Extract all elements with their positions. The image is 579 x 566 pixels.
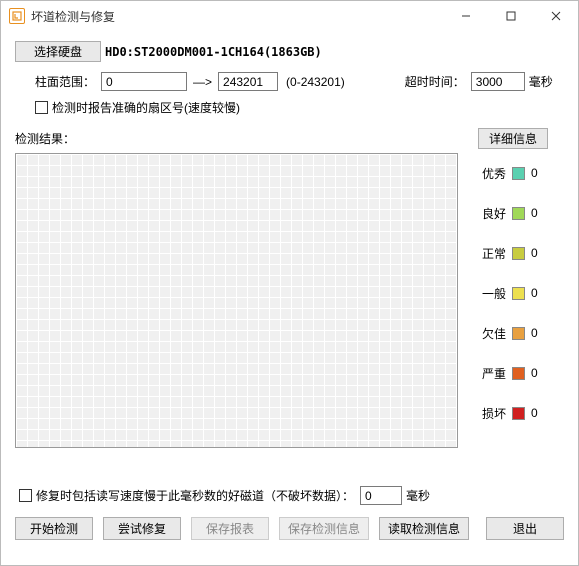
try-repair-button[interactable]: 尝试修复	[103, 517, 181, 540]
legend-count: 0	[531, 366, 538, 380]
minimize-button[interactable]	[443, 1, 488, 31]
window-title: 坏道检测与修复	[31, 8, 443, 25]
legend-color-excellent	[512, 167, 525, 180]
arrow-icon: —>	[193, 75, 212, 89]
legend-label: 损坏	[482, 405, 512, 422]
close-button[interactable]	[533, 1, 578, 31]
legend-color-good	[512, 207, 525, 220]
legend-count: 0	[531, 286, 538, 300]
legend: 优秀 0 良好 0 正常 0 一般 0 欠佳 0 严重 0 损坏 0	[458, 153, 564, 448]
legend-count: 0	[531, 166, 538, 180]
save-scan-info-button[interactable]: 保存检测信息	[279, 517, 369, 540]
accurate-sector-checkbox[interactable]	[35, 101, 48, 114]
app-icon	[9, 8, 25, 24]
legend-color-bad	[512, 407, 525, 420]
result-label: 检测结果：	[15, 130, 478, 147]
repair-slow-label: 修复时包括读写速度慢于此毫秒数的好磁道（不破坏数据）：	[36, 487, 354, 504]
legend-color-poor	[512, 327, 525, 340]
legend-count: 0	[531, 326, 538, 340]
legend-label: 一般	[482, 285, 512, 302]
legend-count: 0	[531, 206, 538, 220]
cylinder-start-input[interactable]	[101, 72, 187, 91]
legend-label: 优秀	[482, 165, 512, 182]
legend-count: 0	[531, 246, 538, 260]
exit-button[interactable]: 退出	[486, 517, 564, 540]
accurate-sector-label: 检测时报告准确的扇区号(速度较慢)	[52, 99, 240, 116]
repair-slow-checkbox[interactable]	[19, 489, 32, 502]
legend-label: 欠佳	[482, 325, 512, 342]
cylinder-range-label: 柱面范围：	[35, 73, 95, 90]
legend-label: 严重	[482, 365, 512, 382]
legend-color-average	[512, 287, 525, 300]
legend-label: 良好	[482, 205, 512, 222]
legend-count: 0	[531, 406, 538, 420]
repair-unit: 毫秒	[406, 487, 430, 504]
legend-color-severe	[512, 367, 525, 380]
timeout-label: 超时时间：	[405, 73, 465, 90]
maximize-button[interactable]	[488, 1, 533, 31]
repair-ms-input[interactable]	[360, 486, 402, 505]
save-report-button[interactable]: 保存报表	[191, 517, 269, 540]
start-scan-button[interactable]: 开始检测	[15, 517, 93, 540]
select-disk-button[interactable]: 选择硬盘	[15, 41, 101, 62]
disk-name: HD0:ST2000DM001-1CH164(1863GB)	[105, 45, 322, 59]
detail-info-button[interactable]: 详细信息	[478, 128, 548, 149]
legend-color-normal	[512, 247, 525, 260]
timeout-input[interactable]	[471, 72, 525, 91]
load-scan-info-button[interactable]: 读取检测信息	[379, 517, 469, 540]
cylinder-range-hint: (0-243201)	[286, 75, 345, 89]
timeout-unit: 毫秒	[529, 73, 553, 90]
legend-label: 正常	[482, 245, 512, 262]
scan-grid	[15, 153, 458, 448]
cylinder-end-input[interactable]	[218, 72, 278, 91]
